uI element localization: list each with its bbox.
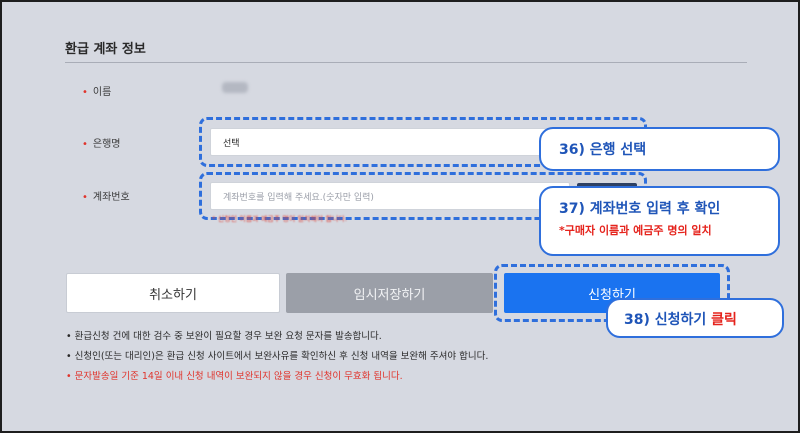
cancel-button[interactable]: 취소하기	[66, 273, 280, 313]
callout-38: 38) 신청하기 클릭	[606, 298, 784, 338]
callout-37-text: 37) 계좌번호 입력 후 확인	[559, 201, 721, 217]
account-label-row: • 계좌번호	[82, 188, 130, 203]
name-label: 이름	[92, 87, 112, 98]
callout-38-text: 38) 신청하기	[624, 312, 712, 328]
refund-form-screen: 환급 계좌 정보 • 이름 • 은행명 선택 • 계좌번호 계좌번호를 입력해 주세요…	[2, 2, 798, 431]
bank-label-row: • 은행명	[82, 135, 121, 150]
account-warning-text: * 신청인 이름과 예금주 명이 일치해야 합니다.	[212, 215, 347, 223]
section-divider	[65, 62, 747, 63]
callout-38-highlight: 클릭	[711, 312, 737, 328]
required-marker: •	[82, 192, 88, 203]
callout-36: 36) 은행 선택	[539, 127, 780, 171]
callout-37-subtext: *구매자 이름과 예금주 명의 일치	[559, 224, 712, 237]
temp-save-button[interactable]: 임시저장하기	[286, 273, 493, 313]
section-title: 환급 계좌 정보	[65, 42, 146, 57]
notice-item: • 환급신청 건에 대한 검수 중 보완이 필요할 경우 보완 요청 문자를 발…	[66, 331, 382, 342]
account-label: 계좌번호	[92, 192, 130, 203]
name-value-redacted	[222, 82, 248, 93]
callout-37: 37) 계좌번호 입력 후 확인 *구매자 이름과 예금주 명의 일치	[539, 186, 780, 256]
notice-item: • 신청인(또는 대리인)은 환급 신청 사이트에서 보완사유를 확인하신 후 …	[66, 351, 489, 362]
bank-label: 은행명	[92, 139, 121, 150]
required-marker: •	[82, 87, 88, 98]
required-marker: •	[82, 139, 88, 150]
callout-36-text: 36) 은행 선택	[559, 142, 647, 158]
notice-item-warning: • 문자발송일 기준 14일 이내 신청 내역이 보완되지 않을 경우 신청이 …	[66, 371, 403, 382]
account-number-input[interactable]: 계좌번호를 입력해 주세요.(숫자만 입력)	[210, 182, 570, 210]
name-label-row: • 이름	[82, 83, 111, 98]
